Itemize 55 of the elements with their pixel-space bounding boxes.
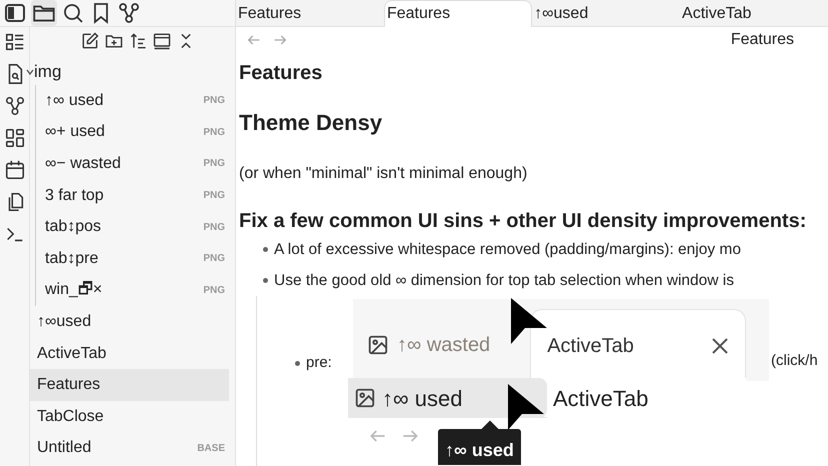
list-item: A lot of excessive whitespace removed (padding/margins): enjoy mo — [274, 240, 741, 260]
heading: Theme Densy — [239, 109, 384, 136]
bullet-icon — [295, 360, 300, 366]
heading: Fix a few common UI sins + other UI density improvements: — [239, 209, 808, 234]
file-item[interactable]: 3 far top PNG — [36, 180, 229, 212]
file-item[interactable]: Untitled BASE — [30, 432, 229, 464]
file-item[interactable]: Features — [30, 369, 229, 401]
image-icon — [354, 387, 376, 409]
note-title: Features — [730, 30, 794, 50]
tooltip: ↑∞ used — [438, 429, 521, 465]
file-type-label: PNG — [203, 126, 225, 140]
tab[interactable]: ↑∞used — [532, 0, 680, 27]
paragraph: (or when "minimal" isn't minimal enough) — [239, 164, 528, 184]
file-item[interactable]: win_🗗× PNG — [36, 274, 229, 306]
cursor-icon — [508, 384, 544, 430]
caret-icon[interactable] — [26, 68, 34, 76]
edit-icon[interactable] — [80, 31, 100, 51]
heading: Features — [239, 61, 324, 86]
folder-icon[interactable] — [31, 0, 57, 26]
grid-icon[interactable] — [4, 127, 26, 149]
search-icon[interactable] — [61, 1, 85, 25]
cursor-icon — [511, 298, 547, 344]
tab[interactable]: ActiveTab — [680, 0, 828, 27]
graph-icon[interactable] — [117, 1, 141, 25]
list-item: (click/h — [771, 351, 818, 371]
list-item: Use the good old ∞ dimension for top tab selection when window is — [274, 270, 734, 291]
panel-icon[interactable] — [152, 31, 172, 51]
file-item[interactable]: tab↕pre PNG — [36, 242, 229, 275]
file-type-label: PNG — [203, 284, 225, 298]
bullet-icon — [263, 247, 268, 252]
close-icon — [711, 336, 730, 354]
graph-icon[interactable] — [4, 95, 26, 117]
bullet-icon — [263, 278, 268, 283]
file-item[interactable]: ∞+ used PNG — [36, 116, 229, 148]
folder-name[interactable]: img — [34, 58, 62, 84]
tab[interactable]: Features — [236, 0, 384, 27]
file-item[interactable]: ∞− wasted PNG — [36, 148, 229, 180]
file-item[interactable]: TabClose — [30, 400, 229, 433]
file-item[interactable]: ↑∞ used PNG — [36, 85, 229, 117]
file-item[interactable]: tab↕pos PNG — [36, 211, 229, 243]
file-type-label: PNG — [203, 94, 225, 108]
file-type-label: PNG — [203, 189, 225, 204]
list-item: pre: — [306, 353, 332, 373]
list-icon[interactable] — [4, 31, 26, 53]
tab[interactable]: Features — [384, 0, 532, 27]
image-icon — [367, 334, 389, 356]
file-item[interactable]: ActiveTab — [30, 338, 229, 370]
tab-label: ↑∞ wasted — [353, 309, 490, 381]
sidebar-toggle-icon[interactable] — [3, 1, 27, 25]
file-item[interactable]: ↑∞used — [30, 306, 229, 338]
calendar-icon[interactable] — [4, 159, 26, 181]
file-type-label: BASE — [197, 442, 225, 456]
file-type-label: PNG — [203, 252, 225, 266]
file-type-label: PNG — [203, 157, 225, 172]
file-type-label: PNG — [203, 220, 225, 235]
